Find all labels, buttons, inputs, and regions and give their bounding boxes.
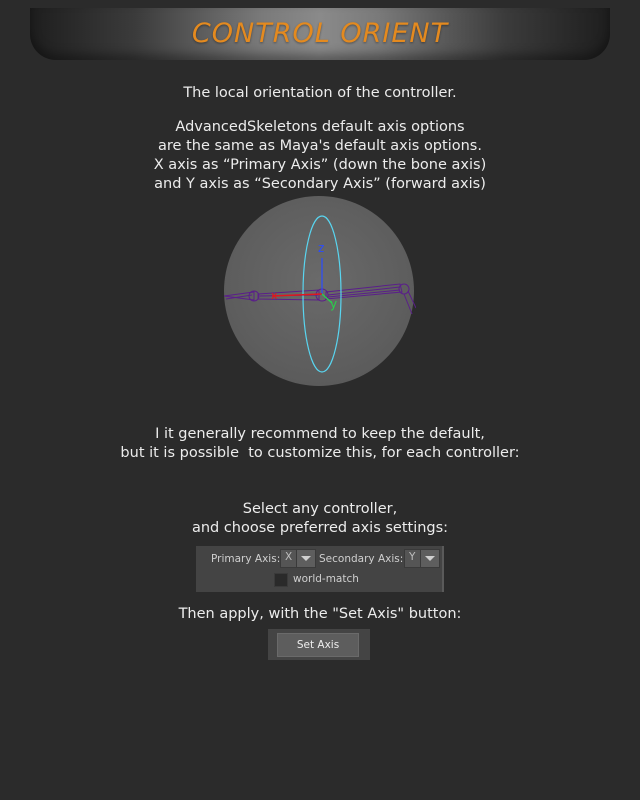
secondary-axis-dropdown[interactable]: Y bbox=[404, 549, 440, 568]
x-axis-line bbox=[271, 293, 323, 297]
apply-line: Then apply, with the "Set Axis" button: bbox=[178, 606, 462, 622]
intro-text: The local orientation of the controller. bbox=[0, 84, 640, 103]
recommendation-line-1: I it generally recommend to keep the def… bbox=[155, 426, 485, 442]
axis-diagram: z x y bbox=[224, 215, 416, 373]
title-banner: CONTROL ORIENT bbox=[30, 8, 610, 60]
primary-axis-value: X bbox=[285, 551, 293, 563]
primary-axis-label: Primary Axis: bbox=[211, 553, 281, 565]
description-line-1: AdvancedSkeletons default axis options bbox=[175, 119, 465, 135]
set-axis-button[interactable]: Set Axis bbox=[277, 633, 359, 657]
secondary-axis-label: Secondary Axis: bbox=[319, 553, 404, 565]
select-line-2: and choose preferred axis settings: bbox=[191, 520, 449, 536]
description-text: AdvancedSkeletons default axis options a… bbox=[0, 118, 640, 194]
primary-axis-dropdown-button[interactable] bbox=[296, 550, 315, 567]
page-title: CONTROL ORIENT bbox=[191, 18, 449, 49]
orientation-illustration: z x y bbox=[224, 196, 416, 388]
skeleton-bones bbox=[224, 283, 416, 315]
apply-instructions-text: Then apply, with the "Set Axis" button: bbox=[0, 605, 640, 624]
world-match-label: world-match bbox=[293, 573, 359, 585]
y-axis-label: y bbox=[330, 297, 337, 311]
axis-settings-panel: Primary Axis: X Secondary Axis: Y world-… bbox=[196, 546, 444, 592]
set-axis-panel: Set Axis bbox=[268, 629, 370, 660]
chevron-down-icon bbox=[301, 556, 311, 561]
secondary-axis-dropdown-button[interactable] bbox=[420, 550, 439, 567]
select-instructions-text: Select any controller, and choose prefer… bbox=[0, 500, 640, 538]
description-line-4: and Y axis as “Secondary Axis” (forward … bbox=[154, 176, 486, 192]
recommendation-text: I it generally recommend to keep the def… bbox=[0, 425, 640, 463]
x-axis-label: x bbox=[271, 289, 278, 302]
chevron-down-icon bbox=[425, 556, 435, 561]
secondary-axis-value: Y bbox=[409, 551, 416, 563]
world-match-checkbox[interactable] bbox=[274, 573, 288, 587]
description-line-2: are the same as Maya's default axis opti… bbox=[158, 138, 482, 154]
intro-line: The local orientation of the controller. bbox=[183, 85, 457, 101]
description-line-3: X axis as “Primary Axis” (down the bone … bbox=[153, 157, 487, 173]
select-line-1: Select any controller, bbox=[242, 501, 398, 517]
recommendation-line-2: but it is possible to customize this, fo… bbox=[120, 445, 520, 461]
z-axis-label: z bbox=[318, 241, 324, 255]
primary-axis-dropdown[interactable]: X bbox=[280, 549, 316, 568]
